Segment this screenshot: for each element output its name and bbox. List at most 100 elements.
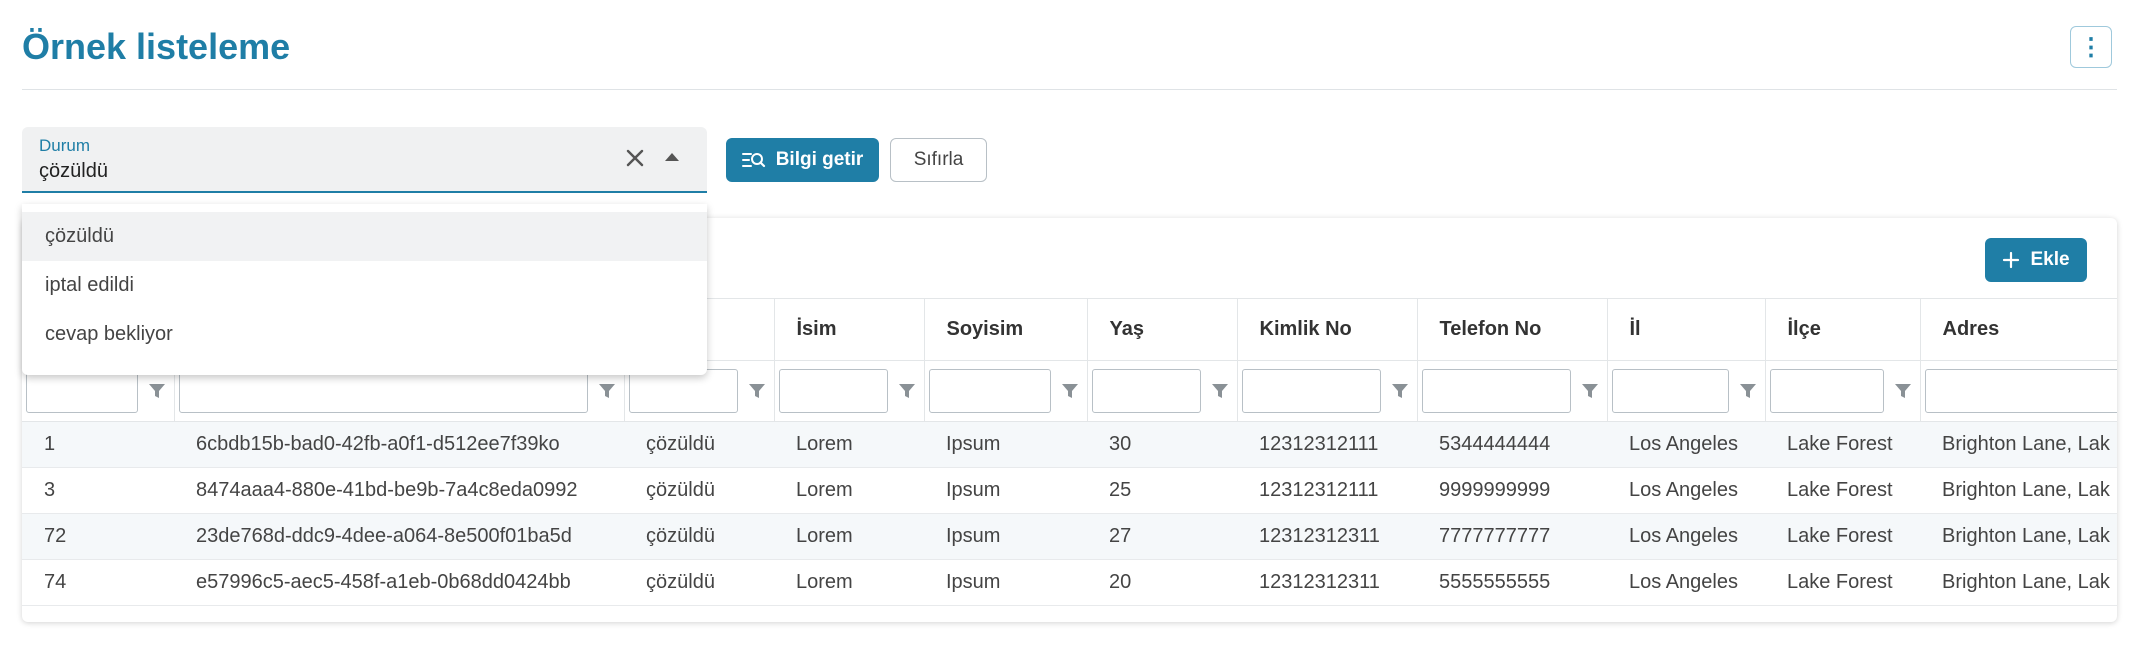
filter-cell (774, 360, 925, 422)
column-header[interactable]: Soyisim (924, 298, 1088, 361)
table-cell: çözüldü (624, 467, 774, 514)
column-header[interactable]: İlçe (1765, 298, 1921, 361)
dropdown-option[interactable]: çözüldü (22, 212, 707, 261)
column-filter-input[interactable] (778, 369, 888, 413)
table-cell: çözüldü (624, 559, 774, 606)
table-cell: e57996c5-aec5-458f-a1eb-0b68dd0424bb (174, 559, 624, 606)
table-cell: 72 (22, 513, 174, 560)
funnel-icon[interactable] (1890, 378, 1916, 404)
table-cell: 5344444444 (1417, 421, 1607, 468)
table-cell: Lake Forest (1765, 467, 1920, 514)
column-filter-input[interactable] (26, 369, 138, 413)
table-cell: 7777777777 (1417, 513, 1607, 560)
funnel-icon[interactable] (894, 378, 920, 404)
column-filter-input[interactable] (1769, 369, 1884, 413)
vertical-dots-icon: ⋮ (2079, 33, 2103, 61)
column-header[interactable]: İsim (774, 298, 925, 361)
table-cell: 3 (22, 467, 174, 514)
table-cell: Los Angeles (1607, 559, 1765, 606)
add-button[interactable]: Ekle (1985, 238, 2087, 282)
table-cell: Los Angeles (1607, 467, 1765, 514)
column-header[interactable]: Yaş (1087, 298, 1238, 361)
add-button-label: Ekle (2030, 249, 2070, 270)
table-cell: çözüldü (624, 421, 774, 468)
table-cell: 12312312311 (1237, 559, 1417, 606)
header-divider (22, 89, 2117, 90)
table-cell: 74 (22, 559, 174, 606)
table-cell: Los Angeles (1607, 513, 1765, 560)
column-filter-input[interactable] (1241, 369, 1381, 413)
table-cell: Lorem (774, 513, 924, 560)
funnel-icon[interactable] (1057, 378, 1083, 404)
dropdown-option[interactable]: cevap bekliyor (22, 310, 707, 359)
table-row[interactable]: 74 e57996c5-aec5-458f-a1eb-0b68dd0424bb çö… (22, 559, 2117, 606)
table-cell: Lorem (774, 559, 924, 606)
funnel-icon[interactable] (144, 378, 170, 404)
table-cell: Ipsum (924, 421, 1087, 468)
table-cell: çözüldü (624, 513, 774, 560)
column-header[interactable]: Adres (1920, 298, 2117, 361)
table-cell: 12312312311 (1237, 513, 1417, 560)
table-cell: 30 (1087, 421, 1237, 468)
close-icon[interactable] (622, 145, 648, 171)
table-cell: Lake Forest (1765, 513, 1920, 560)
table-cell: 25 (1087, 467, 1237, 514)
table-row[interactable]: 3 8474aaa4-880e-41bd-be9b-7a4c8eda0992 çöz… (22, 467, 2117, 514)
fetch-button[interactable]: Bilgi getir (726, 138, 879, 182)
table-cell: Brighton Lane, Lak (1920, 467, 2117, 514)
table-cell: 8474aaa4-880e-41bd-be9b-7a4c8eda0992 (174, 467, 624, 514)
search-list-icon (741, 153, 765, 168)
funnel-icon[interactable] (594, 378, 620, 404)
table-cell: 12312312111 (1237, 467, 1417, 514)
funnel-icon[interactable] (1735, 378, 1761, 404)
fetch-button-label: Bilgi getir (775, 149, 864, 170)
table-cell: 20 (1087, 559, 1237, 606)
table-cell: Brighton Lane, Lak (1920, 513, 2117, 560)
table-cell: 27 (1087, 513, 1237, 560)
status-select-label: Durum (39, 136, 91, 155)
table-cell: Brighton Lane, Lak (1920, 421, 2117, 468)
table-body: 1 6cbdb15b-bad0-42fb-a0f1-d512ee7f39ko çöz… (22, 421, 2117, 606)
column-filter-input[interactable] (1611, 369, 1729, 413)
table-cell: 5555555555 (1417, 559, 1607, 606)
filter-cell (924, 360, 1088, 422)
status-select-value: çözüldü (39, 160, 108, 182)
table-row[interactable]: 72 23de768d-ddc9-4dee-a064-8e500f01ba5d çö… (22, 513, 2117, 560)
filter-cell (1237, 360, 1418, 422)
column-filter-input[interactable] (178, 369, 588, 413)
table-cell: 23de768d-ddc9-4dee-a064-8e500f01ba5d (174, 513, 624, 560)
funnel-icon[interactable] (744, 378, 770, 404)
funnel-icon[interactable] (1577, 378, 1603, 404)
table-cell: Lorem (774, 421, 924, 468)
column-header[interactable]: İl (1607, 298, 1766, 361)
table-cell: Lake Forest (1765, 421, 1920, 468)
column-filter-input[interactable] (928, 369, 1051, 413)
table-cell: 9999999999 (1417, 467, 1607, 514)
table-cell: Lake Forest (1765, 559, 1920, 606)
table-cell: 12312312111 (1237, 421, 1417, 468)
caret-up-icon[interactable] (665, 153, 679, 161)
column-header[interactable]: Kimlik No (1237, 298, 1418, 361)
column-filter-input[interactable] (1924, 369, 2117, 413)
funnel-icon[interactable] (1387, 378, 1413, 404)
filter-cell (1920, 360, 2117, 422)
table-cell: Ipsum (924, 513, 1087, 560)
table-cell: Los Angeles (1607, 421, 1765, 468)
column-header[interactable]: Telefon No (1417, 298, 1608, 361)
table-row[interactable]: 1 6cbdb15b-bad0-42fb-a0f1-d512ee7f39ko çöz… (22, 421, 2117, 468)
reset-button[interactable]: Sıfırla (890, 138, 987, 182)
table-cell: Ipsum (924, 467, 1087, 514)
column-filter-input[interactable] (628, 369, 738, 413)
column-filter-input[interactable] (1091, 369, 1201, 413)
column-filter-input[interactable] (1421, 369, 1571, 413)
status-select[interactable]: Durum çözüldü (22, 127, 707, 193)
dropdown-option[interactable]: iptal edildi (22, 261, 707, 310)
more-menu-button[interactable]: ⋮ (2070, 26, 2112, 68)
table-cell: Ipsum (924, 559, 1087, 606)
table-cell: Lorem (774, 467, 924, 514)
table-cell: Brighton Lane, Lak (1920, 559, 2117, 606)
filter-cell (1087, 360, 1238, 422)
filter-cell (1765, 360, 1921, 422)
funnel-icon[interactable] (1207, 378, 1233, 404)
filter-cell (1417, 360, 1608, 422)
